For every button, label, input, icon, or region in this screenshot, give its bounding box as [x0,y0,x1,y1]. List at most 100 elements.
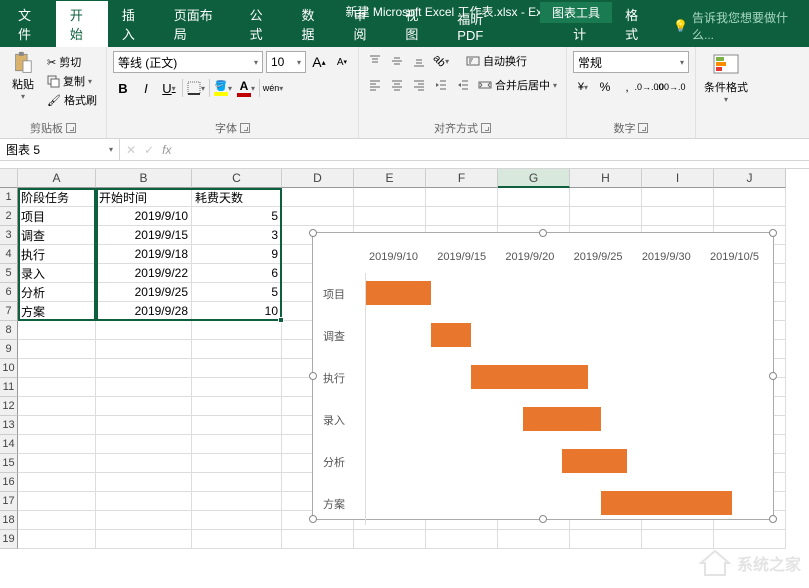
cell[interactable] [354,207,426,226]
cell[interactable]: 分析 [18,283,96,302]
row-header-9[interactable]: 9 [0,340,18,359]
percent-button[interactable]: % [595,77,615,97]
col-header-b[interactable]: B [96,169,192,188]
gantt-bar[interactable] [523,407,601,431]
row-header-5[interactable]: 5 [0,264,18,283]
cell[interactable] [96,321,192,340]
cell[interactable] [18,340,96,359]
cell[interactable] [18,454,96,473]
cell[interactable] [426,188,498,207]
paste-button[interactable]: 粘贴 ▾ [6,51,40,101]
cell[interactable] [18,397,96,416]
cell[interactable] [192,378,282,397]
clipboard-launcher[interactable] [66,123,76,133]
tab-home[interactable]: 开始 [56,1,108,47]
cell[interactable] [192,454,282,473]
cell[interactable]: 2019/9/18 [96,245,192,264]
row-header-11[interactable]: 11 [0,378,18,397]
cell[interactable]: 2019/9/10 [96,207,192,226]
cell[interactable]: 开始时间 [96,188,192,207]
cell[interactable] [192,435,282,454]
cell[interactable] [96,454,192,473]
copy-button[interactable]: 复制▾ [44,72,100,90]
row-header-10[interactable]: 10 [0,359,18,378]
col-header-h[interactable]: H [570,169,642,188]
cell[interactable] [192,340,282,359]
cell[interactable] [498,188,570,207]
cell[interactable] [96,492,192,511]
italic-button[interactable]: I [136,77,156,99]
col-header-d[interactable]: D [282,169,354,188]
border-button[interactable]: ▾ [186,77,206,99]
tab-insert[interactable]: 插入 [108,1,160,47]
orientation-button[interactable]: ab▾ [431,51,451,71]
cell[interactable] [426,530,498,549]
cell[interactable] [96,416,192,435]
cell[interactable] [714,207,786,226]
decrease-decimal-button[interactable]: .00→.0 [661,77,681,97]
gantt-bar[interactable] [562,449,627,473]
gantt-bar[interactable] [366,281,431,305]
row-header-16[interactable]: 16 [0,473,18,492]
cell[interactable] [18,359,96,378]
cell[interactable] [570,188,642,207]
fill-color-button[interactable]: 🪣▾ [213,77,233,99]
enter-formula-icon[interactable]: ✓ [144,143,154,157]
align-center-button[interactable] [387,75,407,95]
cell[interactable] [192,397,282,416]
cell[interactable]: 6 [192,264,282,283]
cell[interactable] [18,416,96,435]
cell[interactable] [18,511,96,530]
alignment-launcher[interactable] [481,123,491,133]
decrease-font-button[interactable]: A▾ [332,51,352,73]
cell[interactable]: 3 [192,226,282,245]
gantt-bar[interactable] [471,365,589,389]
cell[interactable] [570,207,642,226]
align-middle-button[interactable] [387,51,407,71]
formula-input[interactable] [177,139,809,160]
row-header-8[interactable]: 8 [0,321,18,340]
phonetic-button[interactable]: wén▾ [263,77,283,99]
cell[interactable]: 2019/9/15 [96,226,192,245]
tab-file[interactable]: 文件 [4,1,56,47]
row-header-19[interactable]: 19 [0,530,18,549]
cell[interactable] [18,530,96,549]
cell[interactable] [192,511,282,530]
col-header-e[interactable]: E [354,169,426,188]
number-format-combo[interactable]: 常规▾ [573,51,689,73]
cell[interactable] [498,207,570,226]
row-header-7[interactable]: 7 [0,302,18,321]
col-header-f[interactable]: F [426,169,498,188]
cell[interactable]: 5 [192,207,282,226]
number-launcher[interactable] [638,123,648,133]
row-header-3[interactable]: 3 [0,226,18,245]
cell[interactable]: 10 [192,302,282,321]
row-header-13[interactable]: 13 [0,416,18,435]
align-left-button[interactable] [365,75,385,95]
cell[interactable] [96,359,192,378]
row-header-4[interactable]: 4 [0,245,18,264]
tab-view[interactable]: 视图 [391,1,443,47]
cell[interactable]: 调查 [18,226,96,245]
increase-indent-button[interactable] [453,75,473,95]
align-right-button[interactable] [409,75,429,95]
cell[interactable] [642,207,714,226]
cell[interactable] [18,473,96,492]
cell[interactable] [96,530,192,549]
cell[interactable] [18,435,96,454]
cell[interactable] [96,473,192,492]
row-header-1[interactable]: 1 [0,188,18,207]
gantt-chart[interactable]: 2019/9/102019/9/152019/9/202019/9/252019… [312,232,774,520]
col-header-a[interactable]: A [18,169,96,188]
cell[interactable]: 2019/9/25 [96,283,192,302]
fx-icon[interactable]: fx [162,143,171,157]
tab-formulas[interactable]: 公式 [236,1,288,47]
font-size-combo[interactable]: 10▾ [266,51,306,73]
cell[interactable]: 项目 [18,207,96,226]
wrap-text-button[interactable]: 自动换行 [463,52,530,70]
cell[interactable] [714,188,786,207]
tab-foxit[interactable]: 福昕PDF [443,5,519,47]
cancel-formula-icon[interactable]: ✕ [126,143,136,157]
cell[interactable] [192,416,282,435]
underline-button[interactable]: U▾ [159,77,179,99]
